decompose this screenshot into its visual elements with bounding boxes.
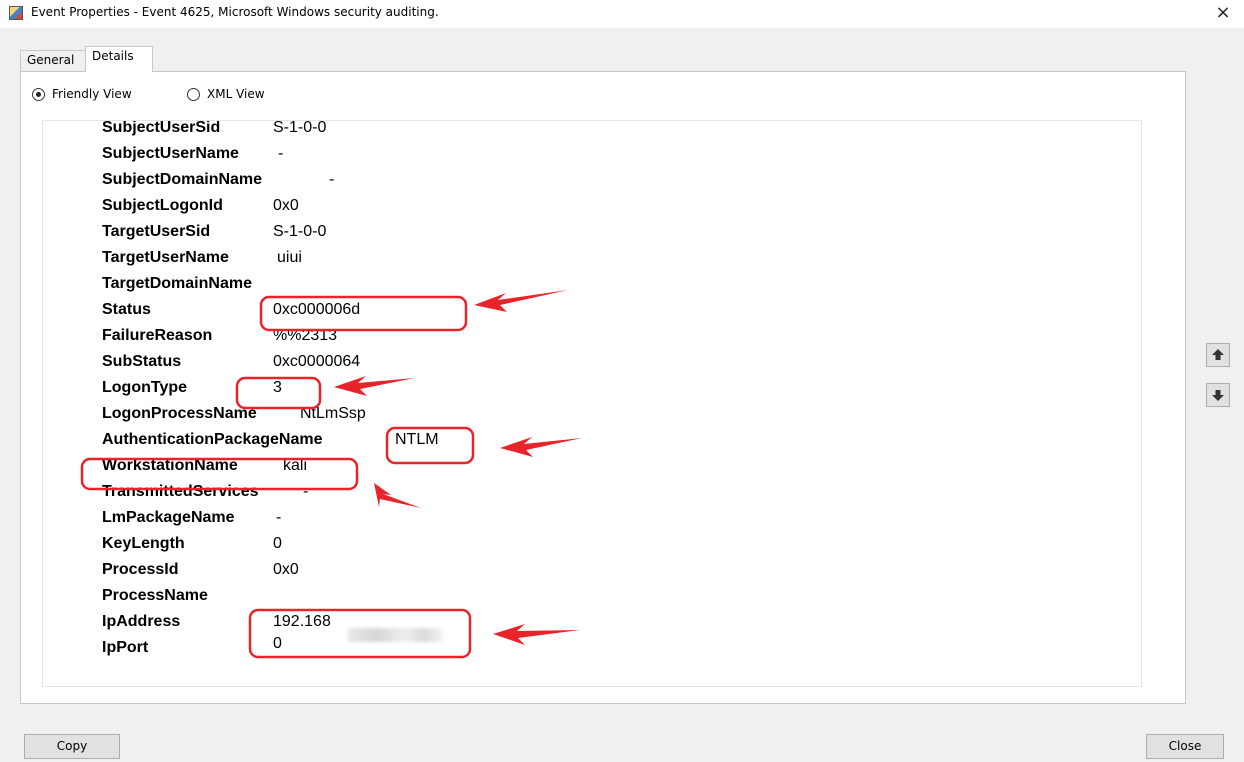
detail-value: 3 xyxy=(273,379,282,396)
redacted-ip-blur xyxy=(348,628,443,642)
detail-name: SubStatus xyxy=(102,353,182,370)
detail-name: Status xyxy=(102,301,151,318)
detail-value: 0xc0000064 xyxy=(273,353,361,370)
copy-button[interactable]: Copy xyxy=(24,734,120,759)
detail-value: 0x0 xyxy=(273,561,299,578)
detail-name: SubjectUserName xyxy=(102,145,239,162)
detail-name: WorkstationName xyxy=(102,457,238,474)
previous-event-button[interactable] xyxy=(1206,343,1230,367)
event-viewer-icon xyxy=(9,6,23,20)
detail-name: KeyLength xyxy=(102,535,185,552)
detail-name: LogonType xyxy=(102,379,188,396)
detail-name: LmPackageName xyxy=(102,509,235,526)
close-icon[interactable]: × xyxy=(1210,2,1236,24)
title-bar: Event Properties - Event 4625, Microsoft… xyxy=(0,0,1244,28)
detail-name: ProcessName xyxy=(102,587,208,604)
next-event-button[interactable] xyxy=(1206,383,1230,407)
detail-name: SubjectUserSid xyxy=(102,120,221,136)
detail-value: - xyxy=(276,509,282,526)
detail-name: LogonProcessName xyxy=(102,405,257,422)
detail-name: IpAddress xyxy=(102,613,181,630)
detail-name: SubjectDomainName xyxy=(102,171,263,188)
close-button[interactable]: Close xyxy=(1146,734,1224,759)
radio-selected-icon[interactable] xyxy=(32,87,45,101)
detail-value: - xyxy=(303,483,309,500)
radio-unselected-icon[interactable] xyxy=(187,87,200,101)
xml-view-radio[interactable]: XML View xyxy=(187,87,265,101)
detail-value: uiui xyxy=(277,249,302,266)
tab-details[interactable]: Details xyxy=(85,46,153,72)
detail-name: TargetUserName xyxy=(102,249,229,266)
detail-value: kali xyxy=(283,457,308,474)
detail-value: 0xc000006d xyxy=(273,301,361,318)
detail-name: AuthenticationPackageName xyxy=(102,431,323,448)
detail-name: TargetDomainName xyxy=(102,275,252,292)
detail-value: NTLM xyxy=(395,431,439,448)
detail-name: TargetUserSid xyxy=(102,223,211,240)
detail-value: - xyxy=(329,171,335,188)
detail-value: S-1-0-0 xyxy=(273,223,327,240)
friendly-view-radio[interactable]: Friendly View xyxy=(32,87,132,101)
detail-value: 0x0 xyxy=(273,197,299,214)
detail-value: NtLmSsp xyxy=(300,405,366,422)
detail-value: S-1-0-0 xyxy=(273,120,327,136)
detail-name: FailureReason xyxy=(102,327,213,344)
detail-name: TransmittedServices xyxy=(102,483,259,500)
xml-view-label: XML View xyxy=(207,87,265,101)
arrow-down-icon[interactable] xyxy=(1207,384,1229,406)
window-title: Event Properties - Event 4625, Microsoft… xyxy=(31,5,439,19)
tab-general[interactable]: General xyxy=(20,50,86,71)
detail-value: %%2313 xyxy=(273,327,338,344)
event-data-view[interactable]: SubjectUserSid S-1-0-0 SubjectUserName -… xyxy=(42,120,1142,687)
detail-name: IpPort xyxy=(102,639,149,656)
detail-value: 0 xyxy=(273,535,282,552)
detail-name: SubjectLogonId xyxy=(102,197,223,214)
detail-value: - xyxy=(278,145,284,162)
detail-value: 0 xyxy=(273,635,282,652)
arrow-up-icon[interactable] xyxy=(1207,344,1229,366)
detail-name: ProcessId xyxy=(102,561,179,578)
friendly-view-label: Friendly View xyxy=(52,87,132,101)
